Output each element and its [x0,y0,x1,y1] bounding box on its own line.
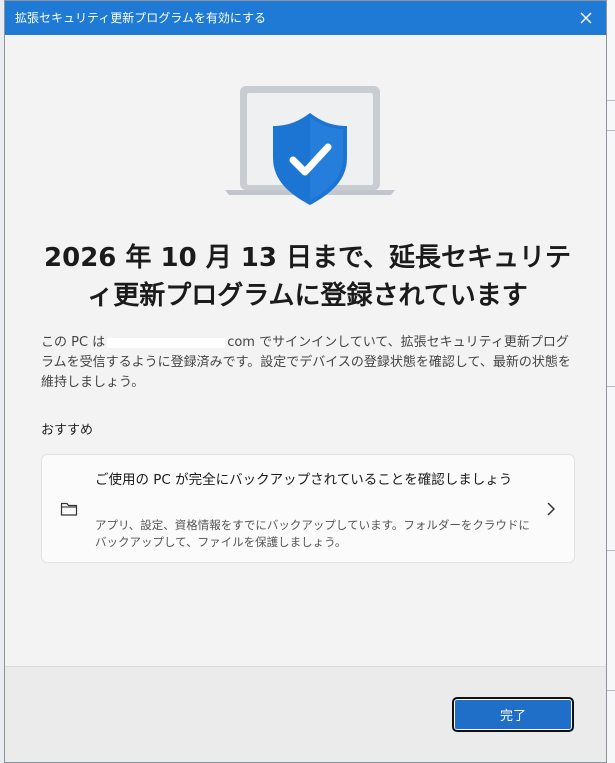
chevron-right-icon [547,502,555,516]
title-bar: 拡張セキュリティ更新プログラムを有効にする [5,1,606,35]
card-title: ご使用の PC が完全にバックアップされていることを確認しましょう [95,472,513,488]
laptop-shield-icon [225,86,395,205]
card-description: アプリ、設定、資格情報をすでにバックアップしています。フォルダーをクラウドにバッ… [95,518,530,549]
close-icon [580,12,592,24]
background-divider [607,550,615,551]
done-button[interactable]: 完了 [452,697,574,732]
folder-icon [60,502,78,516]
redacted-email [107,337,226,348]
description-prefix: この PC は [41,335,106,350]
recommendations-label: おすすめ [41,423,94,438]
background-divider [607,690,615,691]
background-divider [607,100,615,101]
background-divider [607,130,615,131]
headline: 2026 年 10 月 13 日まで、延長セキュリティ更新プログラムに登録されて… [44,243,571,311]
close-button[interactable] [572,5,600,31]
window-title: 拡張セキュリティ更新プログラムを有効にする [15,11,267,25]
description: この PC は com でサインインしていて、拡張セキュリティ更新プログラムを受信… [41,333,581,393]
backup-recommendation-card[interactable]: ご使用の PC が完全にバックアップされていることを確認しましょう アプリ、設定… [41,454,575,563]
dialog-footer: 完了 [5,666,606,762]
background-divider [607,386,615,387]
ext-security-dialog: 拡張セキュリティ更新プログラムを有効にする 2026 年 10 月 13 日まで… [4,0,607,763]
